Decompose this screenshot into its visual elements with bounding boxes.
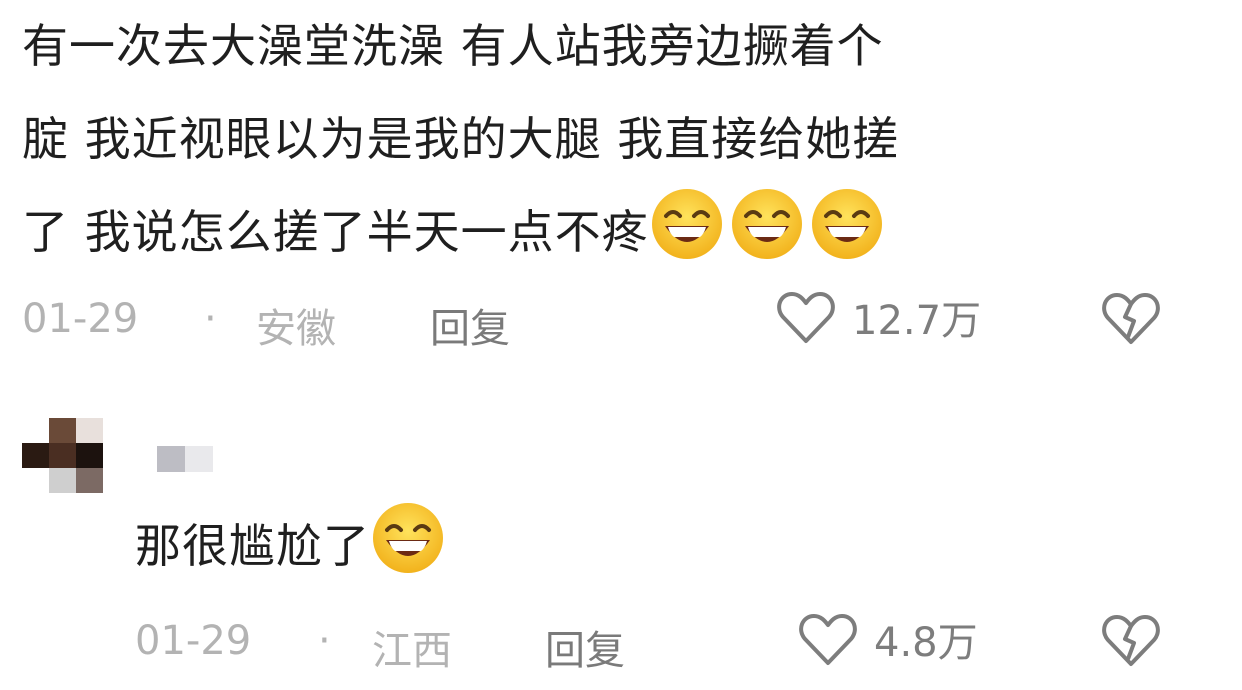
comment-date: 01-29 — [135, 618, 252, 664]
heart-outline-icon — [799, 614, 857, 665]
comment-line: 有一次去大澡堂洗澡 有人站我旁边撅着个 — [22, 19, 884, 73]
grin-emoji-icon — [809, 186, 885, 262]
comment-body: 有一次去大澡堂洗澡 有人站我旁边撅着个 腚 我近视眼以为是我的大腿 我直接给她搓… — [22, 0, 1202, 279]
comment-location: 江西 — [372, 628, 452, 674]
username-pixelated[interactable] — [157, 446, 213, 472]
like-count: 12.7万 — [852, 298, 982, 344]
like-button[interactable]: 4.8万 — [798, 610, 978, 668]
comment-date: 01-29 — [22, 296, 139, 342]
grin-emoji-icon — [649, 186, 725, 262]
grin-emoji-icon — [370, 500, 446, 576]
reply-button[interactable]: 回复 — [430, 296, 510, 354]
heart-outline-icon — [777, 292, 835, 343]
like-count: 4.8万 — [874, 620, 978, 666]
dislike-button[interactable] — [1100, 612, 1162, 672]
comment-line-text: 了 我说怎么搓了半天一点不疼 — [22, 205, 649, 259]
broken-heart-icon — [1102, 293, 1160, 344]
meta-separator: · — [204, 296, 217, 342]
comment-line: 了 我说怎么搓了半天一点不疼 — [22, 186, 1202, 279]
comment-line-text: 那很尴尬了 — [135, 519, 370, 573]
comment-body: 那很尴尬了 — [135, 500, 450, 586]
dislike-button[interactable] — [1100, 290, 1162, 350]
avatar[interactable] — [22, 418, 104, 493]
comment-line: 腚 我近视眼以为是我的大腿 我直接给她搓 — [22, 112, 900, 166]
like-button[interactable]: 12.7万 — [776, 288, 981, 346]
broken-heart-icon — [1102, 615, 1160, 666]
reply-button[interactable]: 回复 — [545, 618, 625, 676]
grin-emoji-icon — [729, 186, 805, 262]
comment-location: 安徽 — [256, 306, 336, 352]
meta-separator: · — [318, 618, 331, 664]
